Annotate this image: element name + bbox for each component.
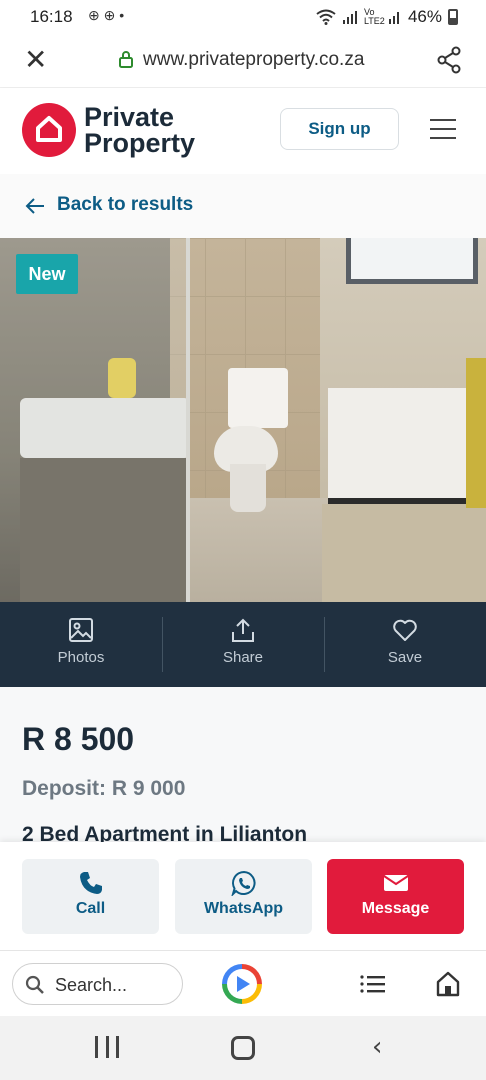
phone-icon — [79, 872, 102, 894]
browser-toolbar: Search... — [0, 950, 486, 1016]
contact-bar: Call WhatsApp Message — [0, 842, 486, 950]
share-label: Share — [222, 649, 264, 666]
signup-button[interactable]: Sign up — [280, 108, 399, 150]
browser-assistant-icon[interactable] — [222, 964, 262, 1004]
wifi-icon — [316, 9, 336, 25]
whatsapp-icon — [230, 870, 256, 896]
list-icon[interactable] — [360, 975, 386, 993]
photo-towel-right — [466, 358, 486, 508]
url-text[interactable]: www.privateproperty.co.za — [143, 49, 364, 71]
home-icon[interactable] — [436, 971, 460, 997]
call-label: Call — [75, 900, 106, 917]
house-icon — [36, 116, 62, 142]
close-icon[interactable]: ✕ — [24, 46, 47, 74]
listing-info: R 8 500 Deposit: R 9 000 2 Bed Apartment… — [0, 687, 486, 847]
recent-apps-icon[interactable] — [95, 1036, 119, 1058]
brand-logo-text[interactable]: Private Property — [84, 102, 196, 158]
image-icon — [69, 618, 93, 642]
share-button[interactable]: Share — [162, 602, 324, 687]
home-button-icon[interactable] — [231, 1036, 255, 1060]
status-right: Vo LTE2 46% — [316, 7, 458, 27]
photos-button[interactable]: Photos — [0, 602, 162, 687]
message-button[interactable]: Message — [327, 859, 464, 934]
photo-actions-bar: Photos Share Save — [0, 602, 486, 687]
listing-deposit: Deposit: R 9 000 — [22, 777, 186, 800]
notification-icons: ⊕ ⊕ • — [88, 7, 125, 23]
save-label: Save — [387, 649, 423, 666]
listing-price: R 8 500 — [22, 721, 135, 757]
photo-toilet-base — [230, 464, 266, 512]
logo-icon[interactable] — [22, 103, 76, 157]
whatsapp-button[interactable]: WhatsApp — [175, 859, 312, 934]
envelope-icon — [382, 875, 409, 891]
battery-percent: 46% — [407, 7, 442, 26]
browser-search-input[interactable]: Search... — [12, 963, 183, 1005]
share-icon[interactable] — [436, 46, 462, 74]
menu-icon[interactable] — [430, 119, 456, 139]
back-icon[interactable]: ‹ — [372, 1034, 382, 1060]
search-icon — [25, 975, 44, 994]
photo-bathtub-side — [322, 504, 486, 602]
android-nav-bar: ‹ — [0, 1016, 486, 1080]
network-label: Vo LTE2 — [363, 7, 385, 26]
photo-bathtub — [328, 388, 486, 504]
browser-url-bar: ✕ www.privateproperty.co.za — [0, 34, 486, 88]
lock-icon — [119, 51, 133, 68]
signal-icon-2 — [388, 12, 399, 24]
brand-line-1: Private — [84, 102, 175, 132]
status-time: 16:18 — [30, 7, 73, 26]
heart-icon — [393, 619, 417, 641]
photos-label: Photos — [57, 649, 105, 666]
brand-line-2: Property — [84, 128, 196, 158]
new-badge: New — [16, 254, 78, 294]
status-bar: 16:18 ⊕ ⊕ • Vo LTE2 46% — [0, 0, 486, 34]
call-button[interactable]: Call — [22, 859, 159, 934]
whatsapp-label: WhatsApp — [203, 900, 284, 917]
photo-toilet-tank — [228, 368, 288, 428]
save-button[interactable]: Save — [324, 602, 486, 687]
photo-window — [346, 238, 478, 284]
message-label: Message — [361, 900, 430, 917]
listing-photo[interactable]: New — [0, 238, 486, 602]
share-upload-icon — [232, 618, 254, 642]
arrow-left-icon — [25, 198, 44, 214]
back-to-results-link[interactable]: Back to results — [57, 194, 193, 216]
page: 16:18 ⊕ ⊕ • Vo LTE2 46% ✕ www.privatepro… — [0, 0, 486, 1080]
site-header: Private Property Sign up — [0, 88, 486, 174]
back-to-results-bar[interactable]: Back to results — [0, 174, 486, 238]
battery-icon — [448, 9, 458, 25]
search-placeholder: Search... — [55, 975, 128, 995]
signal-icon — [342, 11, 357, 24]
